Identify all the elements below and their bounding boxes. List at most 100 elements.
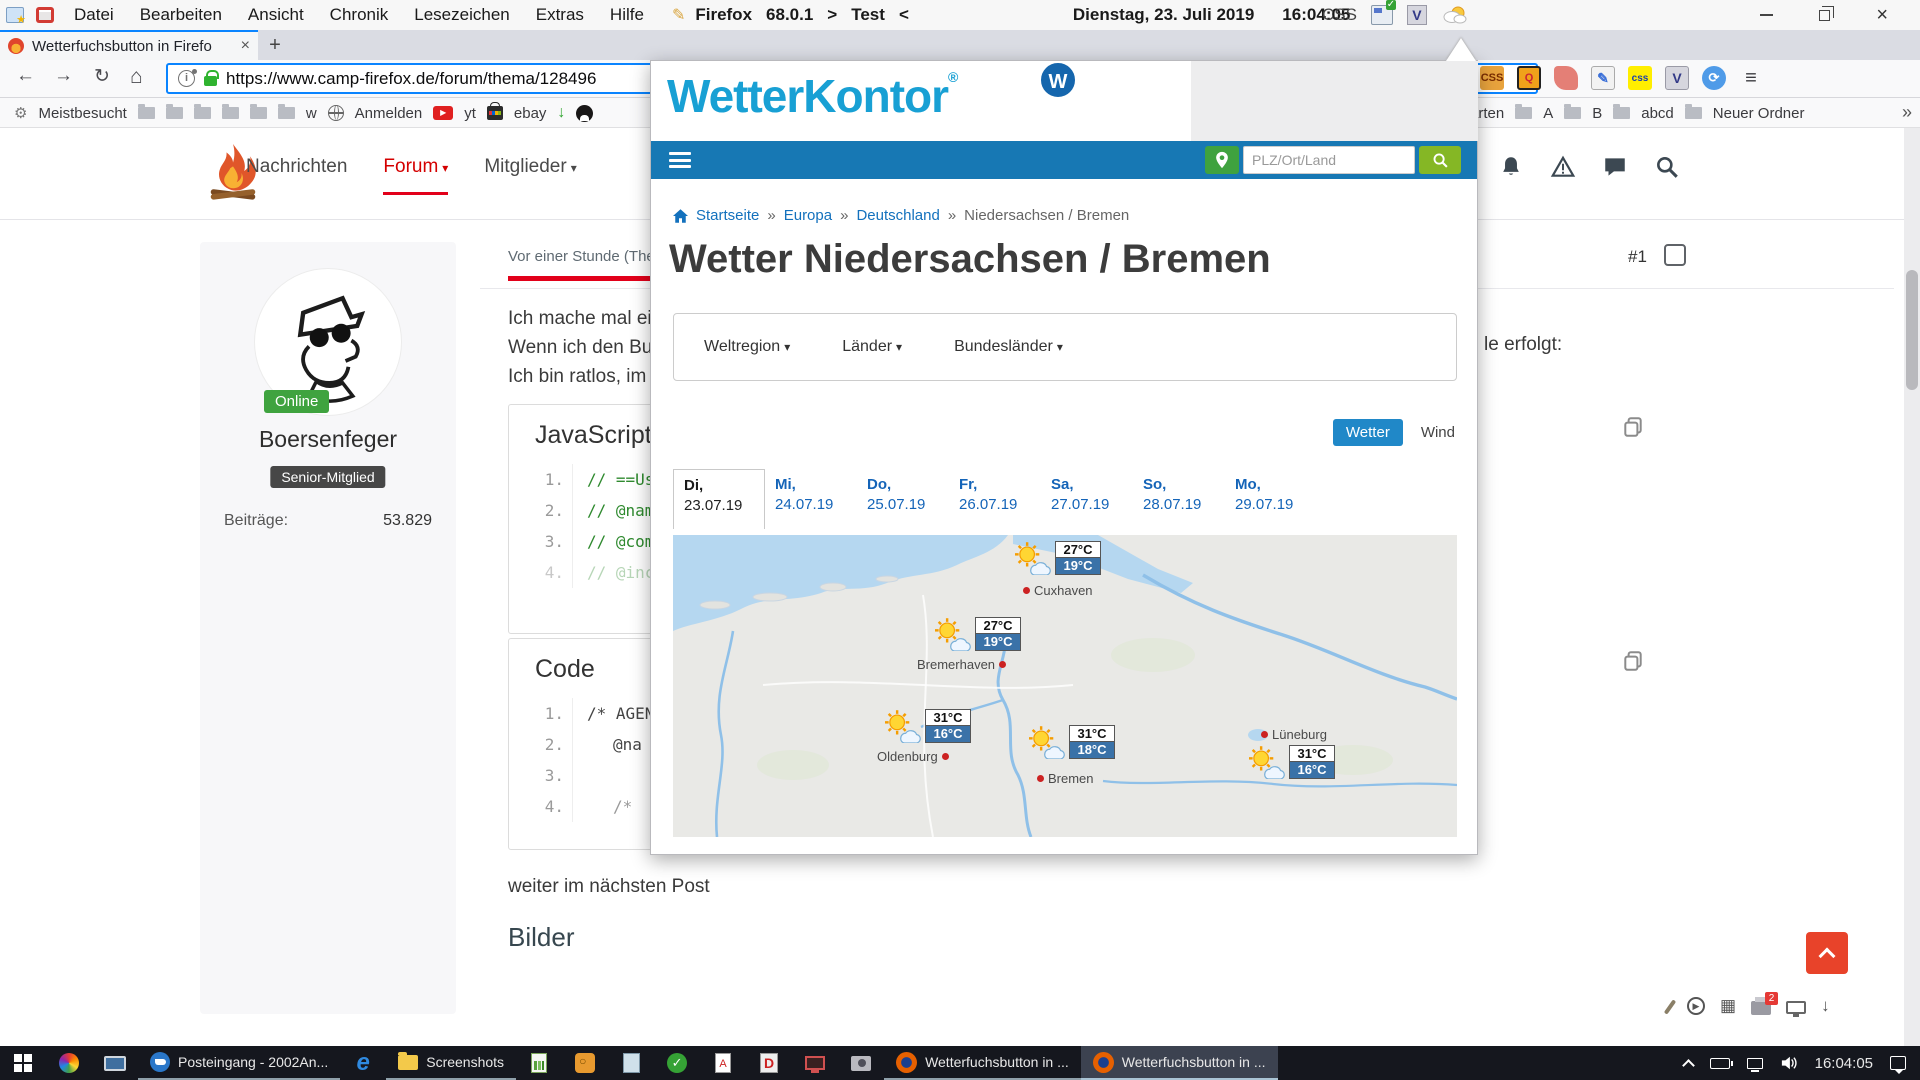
app-menu-icon[interactable]: ≡ <box>1739 66 1763 90</box>
start-button[interactable] <box>0 1046 46 1080</box>
day-tab-mo[interactable]: Mo,29.07.19 <box>1225 469 1317 529</box>
hamburger-menu-icon[interactable] <box>669 149 691 172</box>
menu-datei[interactable]: Datei <box>74 5 114 25</box>
bookmark-meistbesucht[interactable]: Meistbesucht <box>38 105 126 122</box>
username[interactable]: Boersenfeger <box>200 426 456 453</box>
taskbar-app-key[interactable] <box>562 1046 608 1080</box>
post-number[interactable]: #1 <box>1628 247 1647 267</box>
nav-forum[interactable]: Forum▾ <box>383 156 448 195</box>
weather-map[interactable]: 27°C19°C Cuxhaven 27°C19°C Bremerhaven 3… <box>673 535 1457 837</box>
reload-button[interactable]: ↻ <box>94 65 110 88</box>
back-button[interactable]: ← <box>16 65 35 87</box>
taskbar-button-firefox-1[interactable]: Wetterfuchsbutton in ... <box>884 1046 1081 1080</box>
notes-extension-icon[interactable] <box>1591 66 1615 90</box>
forward-button[interactable]: → <box>54 65 73 87</box>
taskbar-app-edge[interactable]: e <box>340 1046 386 1080</box>
url-text[interactable]: https://www.camp-firefox.de/forum/thema/… <box>226 69 596 89</box>
bookmarks-overflow-icon[interactable]: » <box>1902 102 1912 123</box>
nav-nachrichten[interactable]: Nachrichten <box>246 156 347 178</box>
monitor-icon[interactable] <box>1786 1001 1806 1014</box>
page-scrollbar[interactable] <box>1904 128 1920 1046</box>
bookmark-ebay[interactable]: ebay <box>514 105 547 122</box>
github-icon[interactable] <box>576 105 593 122</box>
bookmark-folder-a[interactable] <box>1515 107 1532 119</box>
page-info-icon[interactable]: i <box>178 70 195 87</box>
chat-icon[interactable] <box>1602 154 1628 180</box>
scrapbook-icon[interactable] <box>36 7 54 23</box>
copy-icon[interactable] <box>1622 650 1644 672</box>
filter-weltregion[interactable]: Weltregion▾ <box>704 338 790 356</box>
play-icon[interactable]: ▶ <box>1687 997 1705 1015</box>
v-addon-icon[interactable]: V <box>1407 5 1427 25</box>
scroll-to-top-button[interactable] <box>1806 932 1848 974</box>
grid-icon[interactable]: ▦ <box>1720 996 1736 1016</box>
weather-marker-bremerhaven[interactable]: 27°C19°C <box>931 617 1021 651</box>
copy-icon[interactable] <box>1622 416 1644 438</box>
bookmark-abcd[interactable]: abcd <box>1641 105 1674 122</box>
breadcrumb-deutschland[interactable]: Deutschland <box>856 207 939 224</box>
taskbar-clock[interactable]: 16:04:05 <box>1815 1055 1873 1072</box>
warning-icon[interactable] <box>1550 154 1576 180</box>
restore-button[interactable] <box>1819 10 1830 21</box>
day-tab-sa[interactable]: Sa,27.07.19 <box>1041 469 1133 529</box>
search-icon[interactable] <box>1654 154 1680 180</box>
taskbar-button-firefox-2[interactable]: Wetterfuchsbutton in ... <box>1081 1046 1278 1080</box>
weather-marker-cuxhaven[interactable]: 27°C19°C <box>1011 541 1101 575</box>
css-toggle-label[interactable]: CSS <box>1322 5 1357 25</box>
network-icon[interactable] <box>1747 1058 1763 1069</box>
sync-extension-icon[interactable]: ⟳ <box>1702 66 1726 90</box>
bookmark-b[interactable]: B <box>1592 105 1602 122</box>
bookmark-folder[interactable] <box>166 107 183 119</box>
menu-chronik[interactable]: Chronik <box>330 5 389 25</box>
wetterkontor-logo[interactable]: WetterKontor® <box>667 69 957 123</box>
wind-button[interactable]: Wind <box>1421 424 1455 441</box>
weather-marker-lueneburg[interactable]: 31°C16°C <box>1245 745 1335 779</box>
css-yellow-extension-icon[interactable]: css <box>1628 66 1652 90</box>
filter-bundeslaender[interactable]: Bundesländer▾ <box>954 338 1063 356</box>
battery-icon[interactable] <box>1710 1058 1730 1069</box>
nav-mitglieder[interactable]: Mitglieder▾ <box>484 156 576 178</box>
pencil-icon[interactable]: ✎ <box>672 5 685 25</box>
weather-marker-bremen[interactable]: 31°C18°C <box>1025 725 1115 759</box>
menu-bearbeiten[interactable]: Bearbeiten <box>140 5 222 25</box>
css-extension-icon[interactable]: CSS <box>1480 66 1504 90</box>
action-center-icon[interactable] <box>1890 1056 1906 1070</box>
bookmark-folder-abcd[interactable] <box>1613 107 1630 119</box>
bookmark-folder[interactable] <box>194 107 211 119</box>
menu-extras[interactable]: Extras <box>536 5 584 25</box>
printer-icon[interactable]: 2 <box>1751 1001 1771 1015</box>
search-button[interactable] <box>1419 146 1461 174</box>
search-extension-icon[interactable]: Q <box>1517 66 1541 90</box>
calendar-check-icon[interactable] <box>1371 5 1393 25</box>
taskbar-app-camera[interactable] <box>838 1046 884 1080</box>
minimize-button[interactable] <box>1760 14 1773 16</box>
day-tab-di[interactable]: Di,23.07.19 <box>673 469 765 529</box>
breadcrumb-startseite[interactable]: Startseite <box>696 207 759 224</box>
geolocation-button[interactable] <box>1205 146 1239 174</box>
day-tab-so[interactable]: So,28.07.19 <box>1133 469 1225 529</box>
taskbar-app-monitor[interactable] <box>92 1046 138 1080</box>
bookmark-folder[interactable] <box>250 107 267 119</box>
search-input[interactable] <box>1243 146 1415 174</box>
scroll-extension-icon[interactable] <box>1554 66 1578 90</box>
taskbar-app-check[interactable]: ✓ <box>654 1046 700 1080</box>
day-tab-fr[interactable]: Fr,26.07.19 <box>949 469 1041 529</box>
wetter-button[interactable]: Wetter <box>1333 419 1403 446</box>
taskbar-app-redmonitor[interactable] <box>792 1046 838 1080</box>
taskbar-app-colorful[interactable] <box>46 1046 92 1080</box>
wetterfuchs-cloud-icon[interactable] <box>1441 4 1469 26</box>
download-icon[interactable]: ↓ <box>1821 996 1830 1016</box>
new-tab-button[interactable]: + <box>258 30 292 60</box>
breadcrumb-europa[interactable]: Europa <box>784 207 832 224</box>
v-extension-icon[interactable]: V <box>1665 66 1689 90</box>
taskbar-app-cards[interactable]: A <box>700 1046 746 1080</box>
tab-close-icon[interactable]: × <box>241 37 250 55</box>
taskbar-app-d[interactable]: D <box>746 1046 792 1080</box>
weather-marker-oldenburg[interactable]: 31°C16°C <box>881 709 971 743</box>
post-checkbox[interactable] <box>1664 244 1686 266</box>
session-manager-icon[interactable] <box>6 7 24 23</box>
taskbar-button-mail[interactable]: Posteingang - 2002An... <box>138 1046 340 1080</box>
scrollbar-thumb[interactable] <box>1906 270 1918 390</box>
menu-lesezeichen[interactable]: Lesezeichen <box>414 5 509 25</box>
bell-icon[interactable] <box>1498 154 1524 180</box>
